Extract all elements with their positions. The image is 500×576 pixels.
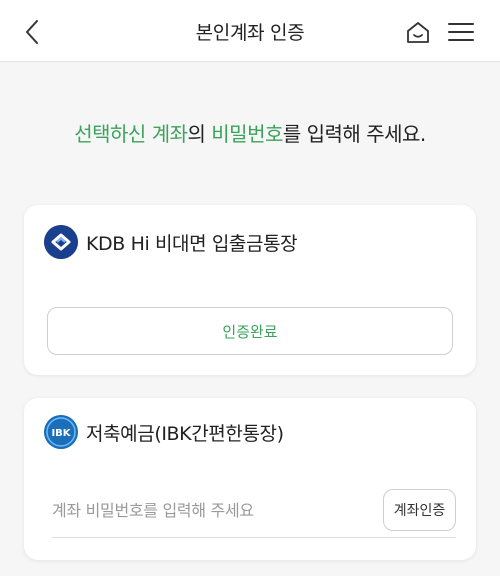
home-button[interactable] [402,16,434,48]
instruction-text-part: 를 입력해 주세요. [282,122,426,146]
account-name: 저축예금(IBK간편한통장) [86,423,284,445]
home-icon [407,22,429,43]
verification-complete-button[interactable]: 인증완료 [47,307,453,355]
input-underline [52,537,456,538]
instruction-highlight-password: 비밀번호 [211,122,283,146]
account-card-ibk: IBK 저축예금(IBK간편한통장) 계좌인증 [24,398,476,560]
ibk-logo-icon: IBK [44,415,78,449]
app-screen: 본인계좌 인증 선택하신 계좌의 비밀번호를 입력해 주세요. KDB Hi 비… [0,0,500,576]
instruction-text-part: 의 [187,122,212,146]
kdb-logo-icon [44,225,78,259]
account-verify-button[interactable]: 계좌인증 [383,489,456,531]
account-name: KDB Hi 비대면 입출금통장 [86,233,298,255]
ibk-bank-logo: IBK [44,415,78,449]
ibk-logo-text: IBK [51,428,71,439]
instruction-text: 선택하신 계좌의 비밀번호를 입력해 주세요. [0,118,500,147]
menu-button[interactable] [444,16,478,48]
account-password-input[interactable] [52,488,372,532]
top-header: 본인계좌 인증 [0,0,500,62]
kdb-bank-logo [44,225,78,259]
instruction-highlight-account: 선택하신 계좌 [74,122,188,146]
account-card-kdb: KDB Hi 비대면 입출금통장 인증완료 [24,205,476,375]
hamburger-menu-icon [448,23,474,41]
